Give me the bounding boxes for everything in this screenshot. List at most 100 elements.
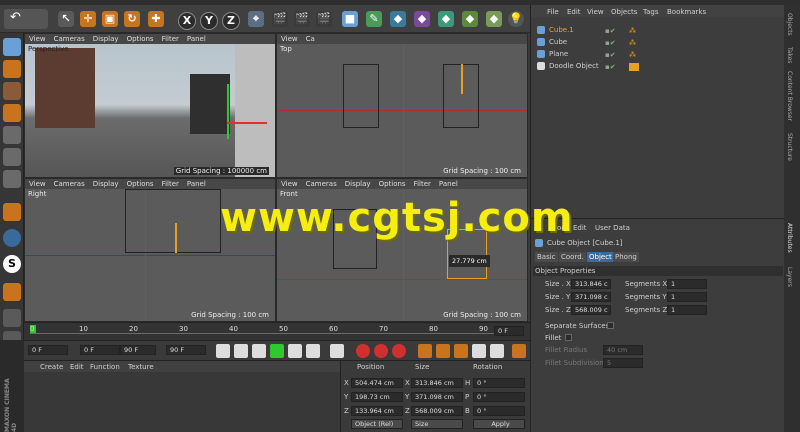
menu-texture[interactable]: Texture — [128, 363, 154, 371]
texture-mode-icon[interactable] — [3, 82, 21, 100]
menu-options[interactable]: Options — [379, 180, 406, 188]
pen-spline-icon[interactable]: ✎ — [366, 11, 382, 27]
camera-icon[interactable]: ◆ — [486, 11, 502, 27]
rotate-tool-icon[interactable]: ↻ — [124, 11, 140, 27]
menu-options[interactable]: Options — [127, 180, 154, 188]
x-axis-toggle[interactable]: X — [178, 12, 196, 30]
prev-key-icon[interactable] — [234, 344, 248, 358]
make-editable-icon[interactable] — [3, 38, 21, 56]
record-icon[interactable] — [356, 344, 370, 358]
fillet-radius-field[interactable]: 40 cm — [603, 345, 643, 355]
menu-panel[interactable]: Panel — [187, 35, 206, 43]
size-y-field[interactable]: 371.098 cm — [411, 392, 463, 402]
array-icon[interactable]: ◆ — [414, 11, 430, 27]
menu-filter[interactable]: Filter — [162, 180, 179, 188]
menu-filter[interactable]: Filter — [162, 35, 179, 43]
menu-view[interactable]: View — [29, 180, 46, 188]
side-tab-structure[interactable]: Structure — [786, 133, 793, 161]
lock-workplane-icon[interactable] — [3, 309, 21, 327]
select-arrow-icon[interactable]: ↖ — [58, 11, 74, 27]
polygon-mode-icon[interactable] — [3, 126, 21, 144]
size-z-field[interactable]: 568.009 cm — [411, 406, 463, 416]
coordinate-system-icon[interactable]: ⌖ — [248, 11, 264, 27]
perspective-viewport[interactable]: View Cameras Display Options Filter Panel Per… — [24, 33, 276, 178]
visibility-icon[interactable]: ▪✔ — [605, 51, 616, 59]
tag-icon[interactable]: ⁂ — [629, 27, 636, 35]
go-to-end-icon[interactable] — [330, 344, 344, 358]
menu-edit[interactable]: Edit — [573, 224, 587, 232]
prev-frame-icon[interactable] — [252, 344, 266, 358]
menu-panel[interactable]: Panel — [187, 180, 206, 188]
size-x-field[interactable]: 313.846 c — [571, 279, 611, 289]
current-frame-field[interactable]: 0 F — [494, 326, 524, 336]
menu-view[interactable]: View — [281, 180, 298, 188]
tweak-mode-icon[interactable] — [3, 229, 21, 247]
cube-primitive-icon[interactable]: ■ — [342, 11, 358, 27]
workplane-icon[interactable] — [3, 104, 21, 122]
snap-icon[interactable]: S — [3, 255, 21, 273]
deformer-icon[interactable]: ◆ — [438, 11, 454, 27]
object-row-plane[interactable]: Plane — [537, 48, 568, 60]
object-row-cube[interactable]: Cube — [537, 36, 567, 48]
separate-surfaces-checkbox[interactable] — [607, 322, 614, 329]
fillet-checkbox[interactable] — [565, 334, 572, 341]
points-mode-icon[interactable] — [3, 60, 21, 78]
menu-tags[interactable]: Tags — [643, 8, 659, 16]
menu-display[interactable]: Display — [345, 180, 371, 188]
object-row-cube-1[interactable]: Cube.1 — [537, 24, 574, 36]
move-tool-icon[interactable]: ✛ — [80, 11, 96, 27]
fillet-subdivision-field[interactable]: 5 — [603, 358, 643, 368]
menu-display[interactable]: Display — [93, 180, 119, 188]
menu-view[interactable]: View — [587, 8, 604, 16]
min-frame-field[interactable]: 0 F — [80, 345, 120, 355]
object-row-doodle[interactable]: Doodle Object — [537, 60, 599, 72]
max-frame-field[interactable]: 90 F — [120, 345, 156, 355]
tab-object[interactable]: Object — [587, 252, 614, 262]
key-pla-icon[interactable] — [490, 344, 504, 358]
autokey-icon[interactable] — [374, 344, 388, 358]
menu-options[interactable]: Options — [127, 35, 154, 43]
menu-bookmarks[interactable]: Bookmarks — [667, 8, 706, 16]
keyframe-selection-icon[interactable] — [392, 344, 406, 358]
tag-icon[interactable]: ⁂ — [629, 39, 636, 47]
visibility-icon[interactable]: ▪✔ — [605, 27, 616, 35]
timeline-menu-icon[interactable] — [512, 344, 526, 358]
play-icon[interactable] — [270, 344, 284, 358]
undo-button[interactable]: ↶ — [4, 9, 48, 29]
top-viewport[interactable]: View Ca Top Grid Spacing : 100 cm — [276, 33, 528, 178]
size-y-field[interactable]: 371.098 c — [571, 292, 611, 302]
menu-panel[interactable]: Panel — [439, 180, 458, 188]
visibility-icon[interactable]: ▪✔ — [605, 63, 616, 71]
scale-tool-icon[interactable]: ▣ — [102, 11, 118, 27]
render-settings-icon[interactable]: 🎬 — [316, 11, 332, 27]
magnet-icon[interactable] — [3, 283, 21, 301]
side-tab-content-browser[interactable]: Content Browser — [786, 71, 793, 121]
menu-view[interactable]: View — [29, 35, 46, 43]
pos-x-field[interactable]: 504.474 cm — [351, 378, 403, 388]
side-tab-takes[interactable]: Takes — [786, 47, 793, 63]
tab-basic[interactable]: Basic — [535, 252, 558, 262]
point-mode-icon[interactable] — [3, 170, 21, 188]
selection-handle[interactable] — [461, 64, 463, 94]
menu-create[interactable]: Create — [40, 363, 63, 371]
menu-file[interactable]: File — [547, 8, 559, 16]
end-frame-field[interactable]: 90 F — [166, 345, 206, 355]
environment-icon[interactable]: ◆ — [462, 11, 478, 27]
key-parameter-icon[interactable] — [472, 344, 486, 358]
selection-handle[interactable] — [175, 223, 177, 253]
key-rotation-icon[interactable] — [454, 344, 468, 358]
x-axis-handle[interactable] — [227, 122, 267, 124]
visibility-icon[interactable]: ▪✔ — [605, 39, 616, 47]
menu-cameras[interactable]: Cameras — [54, 180, 85, 188]
side-tab-objects[interactable]: Objects — [786, 13, 793, 36]
y-axis-toggle[interactable]: Y — [200, 12, 218, 30]
rot-p-field[interactable]: 0 ° — [473, 392, 525, 402]
transform-tool-icon[interactable]: ✚ — [148, 11, 164, 27]
tag-icon[interactable]: ⁂ — [629, 51, 636, 59]
menu-edit[interactable]: Edit — [567, 8, 581, 16]
menu-cameras[interactable]: Cameras — [54, 35, 85, 43]
menu-cameras[interactable]: Ca — [306, 35, 315, 43]
rot-h-field[interactable]: 0 ° — [473, 378, 525, 388]
go-to-start-icon[interactable] — [216, 344, 230, 358]
menu-display[interactable]: Display — [93, 35, 119, 43]
